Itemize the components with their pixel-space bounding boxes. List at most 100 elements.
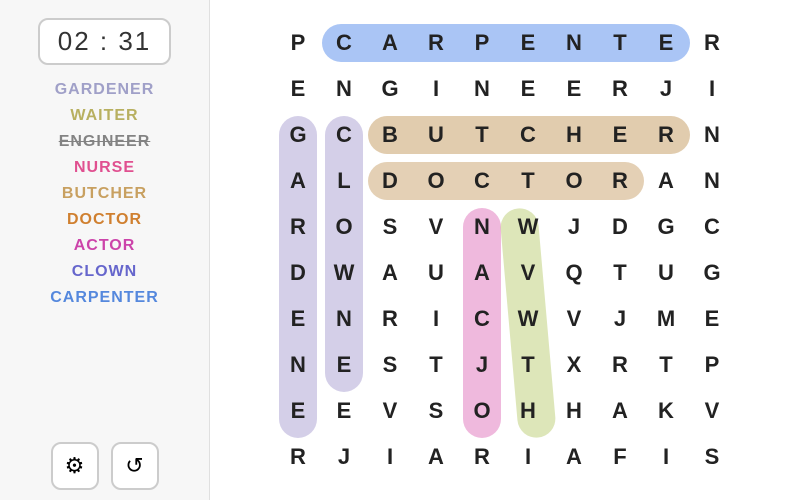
cell-4-7[interactable]: D <box>597 204 643 250</box>
cell-3-8[interactable]: A <box>643 158 689 204</box>
cell-6-0[interactable]: E <box>275 296 321 342</box>
cell-2-7[interactable]: E <box>597 112 643 158</box>
cell-3-2[interactable]: D <box>367 158 413 204</box>
cell-3-1[interactable]: L <box>321 158 367 204</box>
cell-1-7[interactable]: R <box>597 66 643 112</box>
cell-9-3[interactable]: A <box>413 434 459 480</box>
cell-2-2[interactable]: B <box>367 112 413 158</box>
cell-0-5[interactable]: E <box>505 20 551 66</box>
cell-3-5[interactable]: T <box>505 158 551 204</box>
cell-0-2[interactable]: A <box>367 20 413 66</box>
cell-7-6[interactable]: X <box>551 342 597 388</box>
cell-3-7[interactable]: R <box>597 158 643 204</box>
cell-6-4[interactable]: C <box>459 296 505 342</box>
cell-0-3[interactable]: R <box>413 20 459 66</box>
cell-3-9[interactable]: N <box>689 158 735 204</box>
cell-4-6[interactable]: J <box>551 204 597 250</box>
cell-4-2[interactable]: S <box>367 204 413 250</box>
cell-7-8[interactable]: T <box>643 342 689 388</box>
cell-1-8[interactable]: J <box>643 66 689 112</box>
cell-8-6[interactable]: H <box>551 388 597 434</box>
cell-7-7[interactable]: R <box>597 342 643 388</box>
cell-8-4[interactable]: O <box>459 388 505 434</box>
cell-1-9[interactable]: I <box>689 66 735 112</box>
cell-5-6[interactable]: Q <box>551 250 597 296</box>
cell-2-5[interactable]: C <box>505 112 551 158</box>
cell-3-0[interactable]: A <box>275 158 321 204</box>
cell-5-4[interactable]: A <box>459 250 505 296</box>
cell-9-1[interactable]: J <box>321 434 367 480</box>
cell-5-7[interactable]: T <box>597 250 643 296</box>
cell-8-2[interactable]: V <box>367 388 413 434</box>
cell-4-8[interactable]: G <box>643 204 689 250</box>
cell-9-8[interactable]: I <box>643 434 689 480</box>
cell-4-0[interactable]: R <box>275 204 321 250</box>
cell-8-1[interactable]: E <box>321 388 367 434</box>
cell-8-9[interactable]: V <box>689 388 735 434</box>
cell-0-6[interactable]: N <box>551 20 597 66</box>
cell-3-6[interactable]: O <box>551 158 597 204</box>
cell-1-4[interactable]: N <box>459 66 505 112</box>
cell-6-1[interactable]: N <box>321 296 367 342</box>
cell-6-2[interactable]: R <box>367 296 413 342</box>
cell-5-2[interactable]: A <box>367 250 413 296</box>
cell-1-5[interactable]: E <box>505 66 551 112</box>
cell-7-3[interactable]: T <box>413 342 459 388</box>
cell-1-2[interactable]: G <box>367 66 413 112</box>
cell-5-9[interactable]: G <box>689 250 735 296</box>
cell-0-0[interactable]: P <box>275 20 321 66</box>
cell-3-4[interactable]: C <box>459 158 505 204</box>
cell-4-9[interactable]: C <box>689 204 735 250</box>
cell-9-2[interactable]: I <box>367 434 413 480</box>
cell-6-5[interactable]: W <box>505 296 551 342</box>
cell-7-0[interactable]: N <box>275 342 321 388</box>
cell-0-7[interactable]: T <box>597 20 643 66</box>
cell-0-4[interactable]: P <box>459 20 505 66</box>
cell-9-9[interactable]: S <box>689 434 735 480</box>
cell-7-5[interactable]: T <box>505 342 551 388</box>
cell-7-2[interactable]: S <box>367 342 413 388</box>
cell-8-8[interactable]: K <box>643 388 689 434</box>
cell-1-1[interactable]: N <box>321 66 367 112</box>
cell-4-1[interactable]: O <box>321 204 367 250</box>
cell-2-4[interactable]: T <box>459 112 505 158</box>
cell-3-3[interactable]: O <box>413 158 459 204</box>
cell-1-6[interactable]: E <box>551 66 597 112</box>
cell-8-7[interactable]: A <box>597 388 643 434</box>
cell-6-9[interactable]: E <box>689 296 735 342</box>
cell-0-1[interactable]: C <box>321 20 367 66</box>
settings-button[interactable]: ⚙ <box>51 442 99 490</box>
cell-7-1[interactable]: E <box>321 342 367 388</box>
cell-0-9[interactable]: R <box>689 20 735 66</box>
cell-2-6[interactable]: H <box>551 112 597 158</box>
cell-7-4[interactable]: J <box>459 342 505 388</box>
cell-4-4[interactable]: N <box>459 204 505 250</box>
cell-2-8[interactable]: R <box>643 112 689 158</box>
cell-9-7[interactable]: F <box>597 434 643 480</box>
cell-1-0[interactable]: E <box>275 66 321 112</box>
cell-9-4[interactable]: R <box>459 434 505 480</box>
cell-5-1[interactable]: W <box>321 250 367 296</box>
cell-0-8[interactable]: E <box>643 20 689 66</box>
cell-7-9[interactable]: P <box>689 342 735 388</box>
cell-2-0[interactable]: G <box>275 112 321 158</box>
cell-2-3[interactable]: U <box>413 112 459 158</box>
cell-5-0[interactable]: D <box>275 250 321 296</box>
cell-4-3[interactable]: V <box>413 204 459 250</box>
cell-6-6[interactable]: V <box>551 296 597 342</box>
cell-8-0[interactable]: E <box>275 388 321 434</box>
cell-4-5[interactable]: W <box>505 204 551 250</box>
cell-6-8[interactable]: M <box>643 296 689 342</box>
cell-9-0[interactable]: R <box>275 434 321 480</box>
cell-6-7[interactable]: J <box>597 296 643 342</box>
cell-8-5[interactable]: H <box>505 388 551 434</box>
cell-2-1[interactable]: C <box>321 112 367 158</box>
cell-5-5[interactable]: V <box>505 250 551 296</box>
cell-9-6[interactable]: A <box>551 434 597 480</box>
cell-2-9[interactable]: N <box>689 112 735 158</box>
cell-6-3[interactable]: I <box>413 296 459 342</box>
refresh-button[interactable]: ↺ <box>111 442 159 490</box>
cell-8-3[interactable]: S <box>413 388 459 434</box>
cell-1-3[interactable]: I <box>413 66 459 112</box>
cell-5-3[interactable]: U <box>413 250 459 296</box>
